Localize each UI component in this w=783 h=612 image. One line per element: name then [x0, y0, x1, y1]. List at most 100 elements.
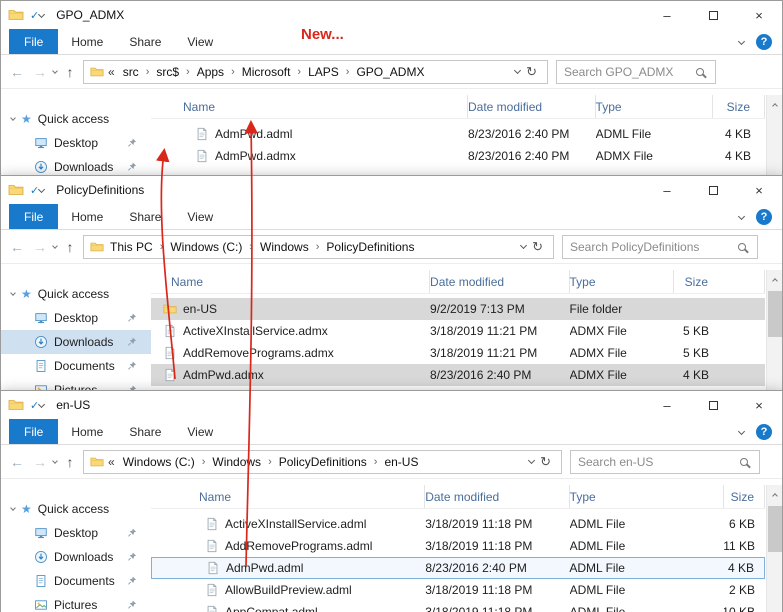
breadcrumb-item[interactable]: Windows — [208, 455, 265, 469]
back-button[interactable]: ← — [7, 239, 27, 255]
breadcrumb-item[interactable]: LAPS — [304, 65, 343, 79]
back-button[interactable]: ← — [7, 64, 27, 80]
tab-view[interactable]: View — [174, 204, 226, 229]
ribbon-expand-icon[interactable] — [738, 37, 745, 44]
tab-file[interactable]: File — [9, 419, 58, 444]
column-header-size[interactable]: Size — [724, 485, 765, 508]
up-button[interactable]: ↑ — [60, 454, 80, 470]
tab-file[interactable]: File — [9, 29, 58, 54]
expander-icon[interactable] — [10, 505, 16, 511]
refresh-button[interactable]: ↻ — [528, 239, 547, 255]
qat-dropdown-icon[interactable] — [38, 185, 45, 192]
breadcrumb-overflow[interactable]: « — [106, 65, 117, 79]
breadcrumb-item[interactable]: Windows (C:) — [119, 455, 199, 469]
minimize-button[interactable]: – — [644, 1, 690, 29]
sidebar-item-desktop[interactable]: Desktop — [1, 306, 151, 330]
sidebar-item-documents[interactable]: Documents — [1, 569, 151, 593]
breadcrumb-item[interactable]: PolicyDefinitions — [322, 240, 418, 254]
sidebar-item-pictures[interactable]: Pictures — [1, 593, 151, 612]
search-input[interactable]: Search en-US — [570, 450, 760, 474]
ribbon-expand-icon[interactable] — [738, 427, 745, 434]
scrollbar-thumb[interactable] — [768, 291, 782, 337]
address-dropdown-icon[interactable] — [528, 457, 535, 464]
forward-button[interactable]: → — [30, 454, 50, 470]
file-row-focused[interactable]: AdmPwd.adml 8/23/2016 2:40 PM ADML File … — [151, 557, 765, 579]
column-header-type[interactable]: Type — [570, 270, 675, 293]
help-icon[interactable]: ? — [756, 209, 772, 225]
recent-locations-icon[interactable] — [52, 243, 58, 249]
qat-dropdown-icon[interactable] — [38, 10, 45, 17]
close-button[interactable]: × — [736, 1, 782, 29]
up-button[interactable]: ↑ — [60, 64, 80, 80]
titlebar[interactable]: ✓ GPO_ADMX – × — [1, 1, 782, 29]
breadcrumb-item[interactable]: en-US — [380, 455, 422, 469]
tab-view[interactable]: View — [174, 419, 226, 444]
scrollbar-up-icon[interactable] — [772, 103, 778, 109]
tab-share[interactable]: Share — [116, 29, 174, 54]
breadcrumb-item[interactable]: GPO_ADMX — [352, 65, 428, 79]
breadcrumb-item[interactable]: Microsoft — [238, 65, 295, 79]
column-header-date-modified[interactable]: Date modified — [468, 95, 596, 118]
back-button[interactable]: ← — [7, 454, 27, 470]
tab-file[interactable]: File — [9, 204, 58, 229]
sidebar-item-desktop[interactable]: Desktop — [1, 131, 151, 155]
scrollbar-up-icon[interactable] — [772, 278, 778, 284]
file-row[interactable]: AdmPwd.admx 8/23/2016 2:40 PM ADMX File … — [151, 145, 765, 167]
breadcrumb-item[interactable]: This PC — [106, 240, 157, 254]
tab-share[interactable]: Share — [116, 419, 174, 444]
tab-home[interactable]: Home — [58, 204, 116, 229]
column-header-type[interactable]: Type — [570, 485, 724, 508]
address-dropdown-icon[interactable] — [520, 242, 527, 249]
address-dropdown-icon[interactable] — [514, 67, 521, 74]
file-row[interactable]: AddRemovePrograms.adml 3/18/2019 11:18 P… — [151, 535, 765, 557]
address-bar[interactable]: « Windows (C:) › Windows › PolicyDefinit… — [83, 450, 562, 474]
column-header-name[interactable]: Name — [151, 270, 430, 293]
sidebar-item-desktop[interactable]: Desktop — [1, 521, 151, 545]
scrollbar[interactable] — [766, 270, 782, 390]
help-icon[interactable]: ? — [756, 424, 772, 440]
scrollbar-up-icon[interactable] — [772, 493, 778, 499]
column-header-date-modified[interactable]: Date modified — [430, 270, 569, 293]
scrollbar[interactable] — [766, 485, 782, 612]
recent-locations-icon[interactable] — [52, 68, 58, 74]
breadcrumb-item[interactable]: src$ — [152, 65, 183, 79]
search-icon[interactable] — [738, 243, 746, 251]
titlebar[interactable]: ✓ PolicyDefinitions – × — [1, 176, 782, 204]
forward-button[interactable]: → — [30, 64, 50, 80]
breadcrumb-item[interactable]: Apps — [193, 65, 228, 79]
tab-home[interactable]: Home — [58, 419, 116, 444]
file-row[interactable]: AdmPwd.adml 8/23/2016 2:40 PM ADML File … — [151, 123, 765, 145]
maximize-button[interactable] — [690, 176, 736, 204]
file-row[interactable]: AppCompat.adml 3/18/2019 11:18 PM ADML F… — [151, 601, 765, 612]
close-button[interactable]: × — [736, 391, 782, 419]
tab-share[interactable]: Share — [116, 204, 174, 229]
column-header-type[interactable]: Type — [596, 95, 714, 118]
column-header-size[interactable]: Size — [674, 270, 765, 293]
file-row[interactable]: ActiveXInstallService.admx 3/18/2019 11:… — [151, 320, 765, 342]
refresh-button[interactable]: ↻ — [522, 64, 541, 80]
column-header-name[interactable]: Name — [151, 485, 425, 508]
search-input[interactable]: Search GPO_ADMX — [556, 60, 716, 84]
scrollbar[interactable] — [766, 95, 782, 178]
breadcrumb-overflow[interactable]: « — [106, 455, 117, 469]
address-bar[interactable]: This PC › Windows (C:) › Windows › Polic… — [83, 235, 554, 259]
sidebar-item-quick-access[interactable]: ★ Quick access — [1, 282, 151, 306]
search-icon[interactable] — [740, 458, 748, 466]
expander-icon[interactable] — [10, 115, 16, 121]
minimize-button[interactable]: – — [644, 176, 690, 204]
search-icon[interactable] — [696, 68, 704, 76]
maximize-button[interactable] — [690, 391, 736, 419]
sidebar-item-quick-access[interactable]: ★ Quick access — [1, 497, 151, 521]
tab-home[interactable]: Home — [58, 29, 116, 54]
breadcrumb-item[interactable]: Windows — [256, 240, 313, 254]
column-header-size[interactable]: Size — [713, 95, 765, 118]
maximize-button[interactable] — [690, 1, 736, 29]
file-row-selected[interactable]: en-US 9/2/2019 7:13 PM File folder — [151, 298, 765, 320]
minimize-button[interactable]: – — [644, 391, 690, 419]
close-button[interactable]: × — [736, 176, 782, 204]
sidebar-item-documents[interactable]: Documents — [1, 354, 151, 378]
qat-dropdown-icon[interactable] — [38, 400, 45, 407]
file-row-selected[interactable]: AdmPwd.admx 8/23/2016 2:40 PM ADMX File … — [151, 364, 765, 386]
refresh-button[interactable]: ↻ — [536, 454, 555, 470]
scrollbar-thumb[interactable] — [768, 506, 782, 552]
